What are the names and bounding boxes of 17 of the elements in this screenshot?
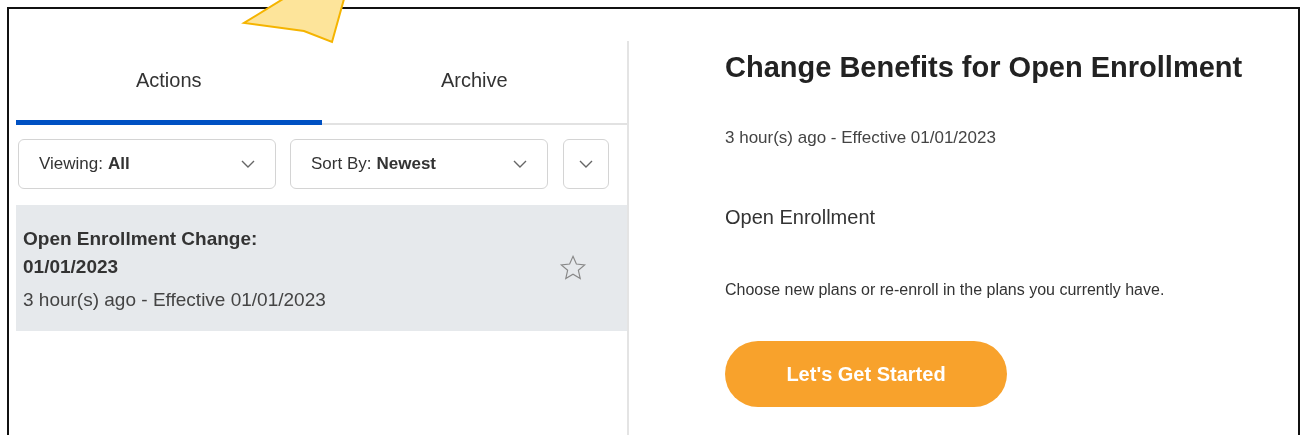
tab[interactable]: Actions bbox=[16, 41, 322, 125]
dropdown[interactable]: Viewing: All bbox=[18, 139, 276, 189]
chevron-down-icon bbox=[241, 159, 255, 169]
chevron-down-icon bbox=[579, 159, 593, 169]
list-item[interactable]: Open Enrollment Change: 01/01/2023 3 hour(s) ago - Effective 01/01/2023 bbox=[16, 205, 627, 331]
detail-description: Choose new plans or re-enroll in the plans you currently have. bbox=[725, 281, 1165, 299]
star-icon[interactable] bbox=[559, 254, 587, 282]
item-meta: 3 hour(s) ago - Effective 01/01/2023 bbox=[23, 289, 327, 311]
item-title: Open Enrollment Change: 01/01/2023 bbox=[23, 227, 259, 279]
detail-title: Change Benefits for Open Enrollment bbox=[725, 51, 1243, 84]
chevron-down-icon bbox=[513, 159, 527, 169]
detail-subtitle: Open Enrollment bbox=[725, 206, 876, 229]
callout-arrow-icon bbox=[238, 0, 348, 44]
dropdown[interactable] bbox=[563, 139, 609, 189]
tab[interactable]: Archive bbox=[321, 41, 627, 125]
dropdown[interactable]: Sort By: Newest bbox=[290, 139, 548, 189]
detail-meta: 3 hour(s) ago - Effective 01/01/2023 bbox=[725, 128, 996, 148]
